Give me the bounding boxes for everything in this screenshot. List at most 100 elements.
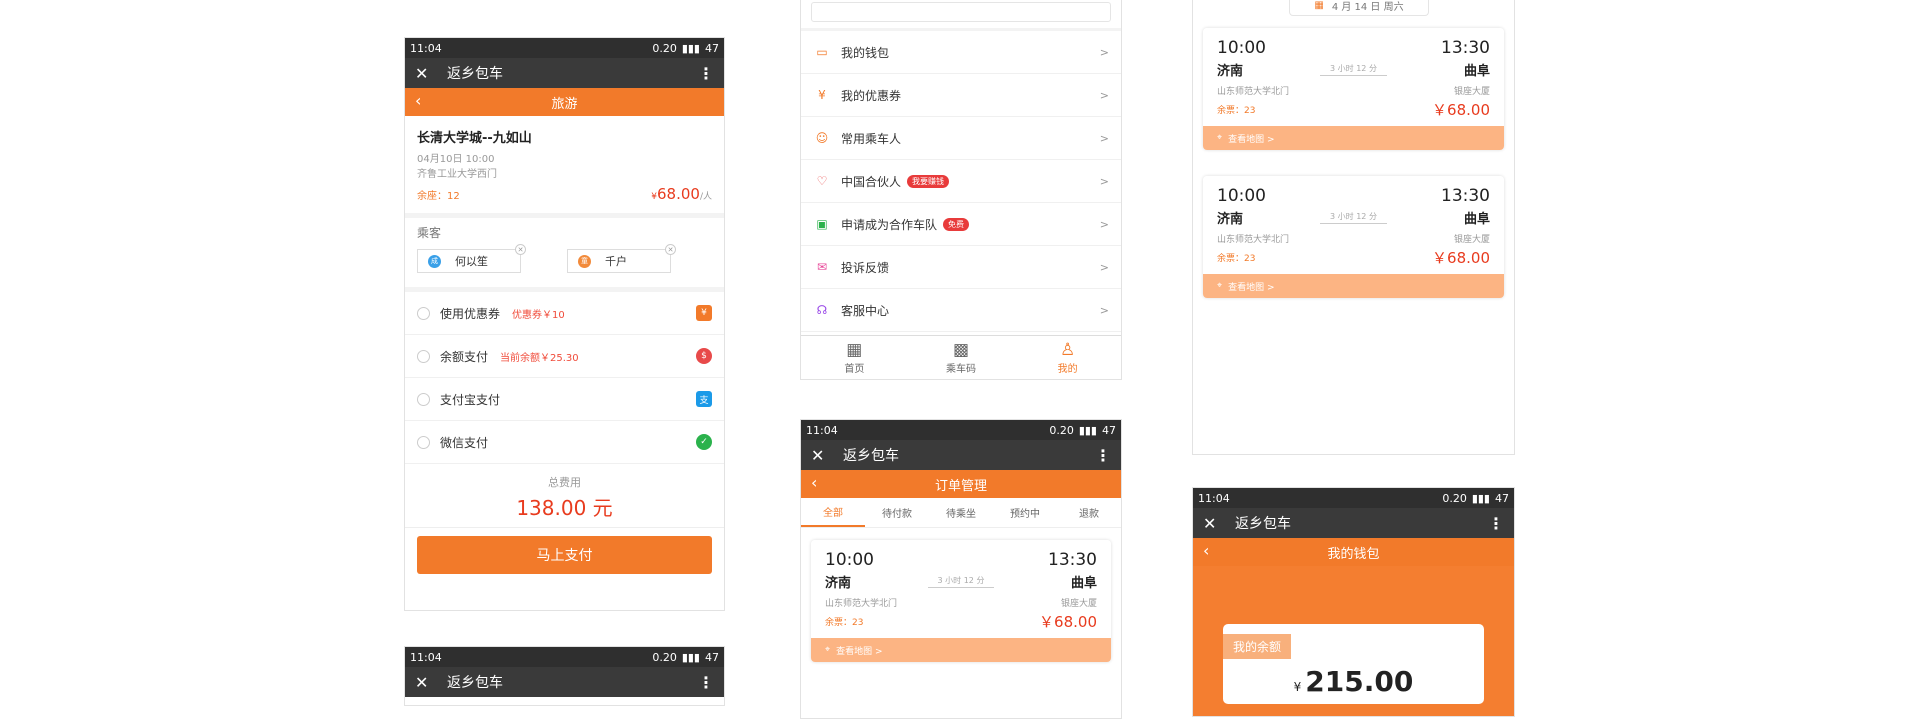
balance-card: 我的余额 ¥215.00 (1223, 624, 1484, 704)
tab-unpaid[interactable]: 待付款 (865, 498, 929, 527)
to-stop: 银座大厦 (1453, 235, 1490, 245)
trip-card[interactable]: 10:00 13:30 济南 3 小时 12 分 曲阜 山东师范大学北门 银座大厦 余票… (1203, 28, 1504, 150)
menu-label: 我的钱包 (841, 45, 890, 60)
menu-item-coupons[interactable]: ¥ 我的优惠券 > (801, 74, 1121, 117)
trip-card[interactable]: 10:00 13:30 济南 3 小时 12 分 曲阜 山东师范大学北门 银座大厦 余票… (811, 540, 1111, 662)
app-titlebar: ✕ 返乡包车 ⋮ (1193, 508, 1514, 538)
more-icon[interactable]: ⋮ (1095, 446, 1111, 465)
app-title: 返乡包车 (447, 675, 503, 691)
heart-icon: ♡ (816, 174, 828, 188)
trip-duration: 3 小时 12 分 (1320, 63, 1387, 76)
tab-reserved[interactable]: 预约中 (993, 498, 1057, 527)
seats-left: 余票：23 (1217, 106, 1256, 116)
bottom-tab-bar: ▦ 首页 ▩ 乘车码 ♙ 我的 (801, 335, 1121, 379)
chevron-right-icon: > (1099, 217, 1109, 231)
tab-label: 乘车码 (946, 364, 976, 375)
view-map-link[interactable]: ⌖ 查看地图 > (811, 638, 1111, 662)
trip-duration: 3 小时 12 分 (1320, 211, 1387, 224)
menu-item-feedback[interactable]: ✉ 投诉反馈 > (801, 246, 1121, 289)
passenger-name: 何以笙 (455, 255, 488, 268)
menu-item-service[interactable]: ☊ 客服中心 > (801, 289, 1121, 332)
passenger-chip[interactable]: 成 何以笙 ✕ (417, 244, 526, 273)
close-icon[interactable]: ✕ (1203, 514, 1223, 533)
remove-passenger-icon[interactable]: ✕ (665, 244, 676, 255)
remove-passenger-icon[interactable]: ✕ (515, 244, 526, 255)
app-titlebar: ✕ 返乡包车 ⋮ (405, 667, 724, 697)
radio[interactable] (417, 349, 430, 363)
balance-amount: 215.00 (1305, 665, 1414, 698)
radio[interactable] (417, 435, 430, 449)
menu-item-wallet[interactable]: ▭ 我的钱包 > (801, 31, 1121, 74)
payment-option-wechat[interactable]: 微信支付 ✓ (405, 421, 724, 464)
to-stop: 银座大厦 (1060, 599, 1097, 609)
close-icon[interactable]: ✕ (415, 64, 435, 83)
balance-label: 我的余额 (1223, 634, 1292, 659)
date-selector[interactable]: ▦ 4 月 14 日 周六 (1289, 0, 1429, 16)
radio[interactable] (417, 392, 430, 406)
alipay-icon: 支 (696, 391, 712, 407)
radio[interactable] (417, 306, 430, 320)
battery-level: 47 (1495, 491, 1509, 505)
from-city: 济南 (1217, 64, 1244, 79)
free-badge: 免费 (943, 217, 970, 231)
network-speed: 0.20 (1049, 423, 1074, 437)
tab-all[interactable]: 全部 (801, 498, 865, 527)
view-map-link[interactable]: ⌖ 查看地图 > (1203, 126, 1504, 150)
from-city: 济南 (825, 576, 852, 591)
status-bar: 11:04 0.20 ▮▮▮ 47 (801, 420, 1121, 440)
close-icon[interactable]: ✕ (811, 446, 831, 465)
contacts-icon: ☺ (815, 131, 829, 145)
payment-option-balance[interactable]: 余额支付 当前余额￥25.30 $ (405, 335, 724, 378)
more-icon[interactable]: ⋮ (698, 673, 714, 692)
view-map-link[interactable]: ⌖ 查看地图 > (1203, 274, 1504, 298)
more-icon[interactable]: ⋮ (698, 64, 714, 83)
chevron-right-icon: > (1099, 260, 1109, 274)
seats-left: 余票：23 (825, 618, 864, 628)
tab-home[interactable]: ▦ 首页 (801, 336, 908, 379)
close-icon[interactable]: ✕ (415, 673, 435, 692)
page-header: ‹ 订单管理 (801, 470, 1121, 498)
search-input[interactable] (811, 2, 1111, 22)
signal-icon: ▮▮▮ (681, 41, 700, 55)
battery-level: 47 (1102, 423, 1116, 437)
signal-icon: ▮▮▮ (1078, 423, 1097, 437)
app-title: 返乡包车 (1235, 516, 1291, 532)
depart-time: 10:00 (825, 550, 874, 570)
more-icon[interactable]: ⋮ (1488, 514, 1504, 533)
menu-item-passengers[interactable]: ☺ 常用乘车人 > (801, 117, 1121, 160)
menu-label: 申请成为合作车队 (841, 217, 938, 232)
from-city: 济南 (1217, 212, 1244, 227)
status-bar: 11:04 0.20 ▮▮▮ 47 (405, 38, 724, 58)
location-pin-icon: ⌖ (1217, 133, 1223, 143)
back-icon[interactable]: ‹ (415, 91, 421, 110)
app-title: 返乡包车 (447, 66, 503, 82)
tab-to-ride[interactable]: 待乘坐 (929, 498, 993, 527)
mail-icon: ✉ (816, 260, 828, 274)
location-pin-icon: ⌖ (825, 645, 831, 655)
passenger-chip[interactable]: 童 千户 ✕ (567, 244, 676, 273)
back-icon[interactable]: ‹ (1203, 541, 1209, 560)
adult-badge: 成 (428, 254, 441, 268)
menu-item-fleet[interactable]: ▣ 申请成为合作车队 免费 > (801, 203, 1121, 246)
payment-option-coupon[interactable]: 使用优惠券 优惠券￥10 ¥ (405, 292, 724, 335)
pay-now-button[interactable]: 马上支付 (417, 536, 712, 574)
chevron-right-icon: > (1099, 45, 1109, 59)
tab-label: 首页 (844, 364, 865, 375)
trip-price: ￥68.00 (1432, 249, 1490, 267)
tab-refund[interactable]: 退款 (1057, 498, 1121, 527)
app-title: 返乡包车 (843, 448, 899, 464)
chevron-right-icon: > (1099, 174, 1109, 188)
menu-label: 常用乘车人 (841, 131, 902, 146)
trip-card[interactable]: 10:00 13:30 济南 3 小时 12 分 曲阜 山东师范大学北门 银座大厦 余票… (1203, 176, 1504, 298)
tab-ride-code[interactable]: ▩ 乘车码 (908, 336, 1015, 379)
tab-mine[interactable]: ♙ 我的 (1014, 336, 1121, 379)
child-badge: 童 (578, 254, 591, 268)
payment-hint: 优惠券￥10 (512, 309, 565, 321)
back-icon[interactable]: ‹ (811, 473, 817, 492)
seats-left: 余票：23 (1217, 254, 1256, 264)
menu-item-partner[interactable]: ♡ 中国合伙人 我要赚钱 > (801, 160, 1121, 203)
payment-option-alipay[interactable]: 支付宝支付 支 (405, 378, 724, 421)
view-map-label: 查看地图 > (1228, 282, 1275, 293)
status-bar: 11:04 0.20 ▮▮▮ 47 (405, 647, 724, 667)
to-city: 曲阜 (1070, 576, 1097, 591)
